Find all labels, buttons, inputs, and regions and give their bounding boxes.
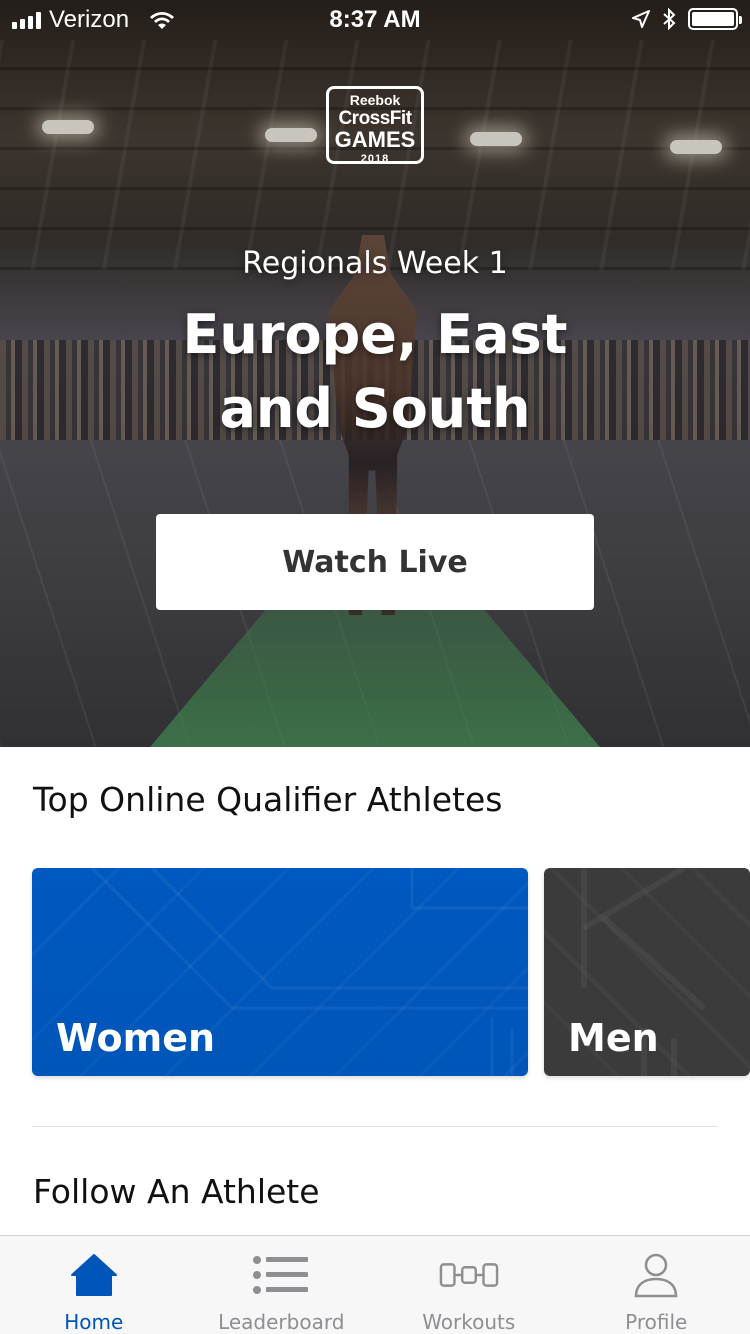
tab-workouts[interactable]: Workouts (375, 1236, 563, 1334)
event-title-line: and South (219, 377, 531, 440)
list-icon (251, 1252, 311, 1298)
tab-label: Leaderboard (218, 1310, 345, 1334)
logo-crossfit: CrossFit (338, 108, 412, 129)
home-icon (64, 1252, 124, 1298)
section-title-follow-athlete: Follow An Athlete (33, 1172, 320, 1211)
location-arrow-icon (632, 10, 650, 28)
tab-leaderboard[interactable]: Leaderboard (188, 1236, 376, 1334)
person-icon (626, 1252, 686, 1298)
barbell-icon (439, 1252, 499, 1298)
tab-profile[interactable]: Profile (563, 1236, 750, 1334)
section-divider (32, 1126, 718, 1127)
men-card-label: Men (568, 1016, 659, 1060)
status-bar: Verizon 8:37 AM (0, 0, 750, 40)
event-title-line: Europe, East (182, 303, 568, 366)
men-athletes-card[interactable]: Men (544, 868, 750, 1076)
event-title: Europe, East and South (0, 298, 750, 446)
tab-label: Workouts (422, 1310, 516, 1334)
women-athletes-card[interactable]: Women (32, 868, 528, 1076)
tab-bar: Home Leaderboard Workouts Profile (0, 1235, 750, 1334)
tab-label: Home (64, 1310, 124, 1334)
bluetooth-icon (663, 8, 676, 30)
crossfit-games-logo: Reebok CrossFit GAMES 2018 (326, 86, 424, 165)
logo-year: 2018 (360, 153, 390, 165)
section-title-top-athletes: Top Online Qualifier Athletes (33, 780, 503, 819)
event-subtitle: Regionals Week 1 (242, 246, 508, 281)
battery-icon (688, 8, 742, 30)
women-card-label: Women (56, 1016, 216, 1060)
logo-reebok: Reebok (349, 92, 401, 108)
tab-home[interactable]: Home (0, 1236, 188, 1334)
watch-live-button[interactable]: Watch Live (156, 514, 594, 610)
logo-games: GAMES (334, 127, 416, 152)
tab-label: Profile (625, 1310, 688, 1334)
